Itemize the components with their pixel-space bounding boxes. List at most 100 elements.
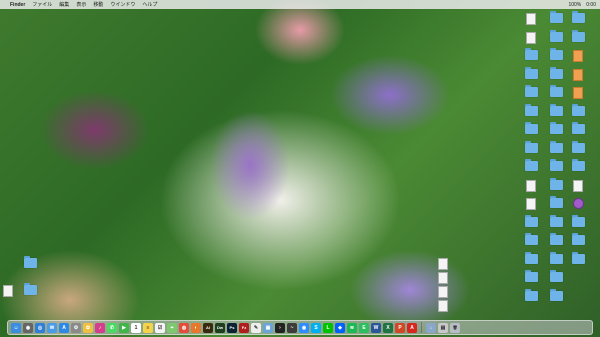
menu-finder[interactable]: Finder <box>10 2 25 8</box>
desktop-item[interactable] <box>566 103 590 116</box>
dreamweaver-icon[interactable]: Dw <box>215 322 225 333</box>
desktop-item[interactable] <box>431 272 455 284</box>
desktop-item[interactable] <box>544 196 568 208</box>
desktop-item[interactable] <box>566 251 590 264</box>
notes-icon[interactable]: ≡ <box>143 322 153 333</box>
launchpad-icon[interactable]: ◉ <box>23 322 33 333</box>
trash-icon[interactable]: 🗑 <box>450 322 460 333</box>
evernote-icon[interactable]: E <box>359 322 369 333</box>
word-icon[interactable]: W <box>371 322 381 333</box>
itunes-icon[interactable]: ♪ <box>95 322 105 333</box>
desktop-item[interactable] <box>544 270 568 282</box>
desktop-item[interactable] <box>544 48 568 60</box>
clock[interactable]: 0:00 <box>586 2 596 8</box>
desktop-item[interactable] <box>566 179 590 192</box>
desktop-item[interactable] <box>519 179 543 192</box>
desktop-item[interactable] <box>544 29 568 42</box>
zoom-icon[interactable]: ◉ <box>299 322 309 333</box>
desktop-item[interactable] <box>18 283 42 295</box>
desktop-item[interactable] <box>519 66 543 79</box>
desktop-item[interactable] <box>566 214 590 227</box>
calendar-icon[interactable]: 1 <box>131 322 141 333</box>
messages-icon[interactable]: ✆ <box>107 322 117 333</box>
dropbox-icon[interactable]: ◆ <box>335 322 345 333</box>
powerpoint-icon[interactable]: P <box>395 322 405 333</box>
desktop-item[interactable] <box>0 285 20 297</box>
desktop-item[interactable] <box>519 48 543 60</box>
maps-icon[interactable]: ⌖ <box>167 322 177 333</box>
menu-file[interactable]: ファイル <box>32 1 52 8</box>
desktop-item[interactable] <box>566 159 590 171</box>
terminal-icon[interactable]: › <box>275 322 285 333</box>
desktop-item[interactable] <box>519 103 543 116</box>
desktop-item[interactable] <box>519 122 543 134</box>
desktop-item[interactable] <box>566 198 590 209</box>
desktop-item[interactable] <box>544 140 568 153</box>
menu-go[interactable]: 移動 <box>93 1 103 8</box>
desktop-item[interactable] <box>519 13 543 25</box>
desktop-item[interactable] <box>544 233 568 245</box>
chrome-icon[interactable]: ◍ <box>179 322 189 333</box>
excel-icon[interactable]: X <box>383 322 393 333</box>
textedit-icon[interactable]: ✎ <box>251 322 261 333</box>
photos-icon[interactable]: ✿ <box>83 322 93 333</box>
desktop-item[interactable] <box>566 29 590 42</box>
desktop-item[interactable] <box>519 270 543 282</box>
desktop-item[interactable] <box>544 159 568 171</box>
safari-icon[interactable]: ◎ <box>35 322 45 333</box>
desktop-item[interactable] <box>519 288 543 301</box>
desktop-item[interactable] <box>519 31 543 44</box>
desktop-item[interactable] <box>431 300 455 312</box>
desktop-item[interactable] <box>544 214 568 227</box>
firefox-icon[interactable]: ◐ <box>191 322 201 333</box>
menu-edit[interactable]: 編集 <box>59 1 69 8</box>
spotify-icon[interactable]: ≋ <box>347 322 357 333</box>
menu-help[interactable]: ヘルプ <box>142 1 157 8</box>
desktop-item[interactable] <box>519 233 543 245</box>
desktop-item[interactable] <box>544 85 568 97</box>
desktop-item[interactable] <box>544 177 568 190</box>
desktop-item[interactable] <box>566 233 590 245</box>
filezilla-icon[interactable]: Fz <box>239 322 249 333</box>
menu-window[interactable]: ウインドウ <box>110 1 135 8</box>
desktop-item[interactable] <box>18 256 42 268</box>
downloads-stack-icon[interactable]: ↓ <box>426 322 436 333</box>
line-icon[interactable]: L <box>323 322 333 333</box>
desktop-item[interactable] <box>519 214 543 227</box>
activity-monitor-icon[interactable]: ~ <box>287 322 297 333</box>
desktop-item[interactable] <box>566 68 590 81</box>
desktop-item[interactable] <box>519 85 543 97</box>
desktop-item[interactable] <box>566 87 590 99</box>
desktop-item[interactable] <box>544 122 568 134</box>
app-store-icon[interactable]: A <box>59 322 69 333</box>
acrobat-icon[interactable]: A <box>407 322 417 333</box>
desktop-item[interactable] <box>519 198 543 210</box>
desktop-item[interactable] <box>566 122 590 134</box>
battery-indicator[interactable]: 100% <box>568 2 581 8</box>
desktop-item[interactable] <box>544 103 568 116</box>
desktop-item[interactable] <box>544 251 568 264</box>
skype-icon[interactable]: S <box>311 322 321 333</box>
desktop-item[interactable] <box>566 50 590 62</box>
desktop-item[interactable] <box>519 159 543 171</box>
finder-icon[interactable]: ☺ <box>11 322 21 333</box>
desktop-item[interactable] <box>431 258 455 270</box>
desktop-item[interactable] <box>544 66 568 79</box>
desktop-item[interactable] <box>566 140 590 153</box>
mail-icon[interactable]: ✉ <box>47 322 57 333</box>
desktop-item[interactable] <box>566 11 590 23</box>
desktop-item[interactable] <box>519 140 543 153</box>
documents-stack-icon[interactable]: ▤ <box>438 322 448 333</box>
preview-icon[interactable]: ▣ <box>263 322 273 333</box>
desktop-item[interactable] <box>519 251 543 264</box>
system-preferences-icon[interactable]: ⚙ <box>71 322 81 333</box>
illustrator-icon[interactable]: Ai <box>203 322 213 333</box>
folder-icon <box>23 256 37 268</box>
reminders-icon[interactable]: ☑ <box>155 322 165 333</box>
photoshop-icon[interactable]: Ps <box>227 322 237 333</box>
desktop-item[interactable] <box>544 288 568 301</box>
menu-view[interactable]: 表示 <box>76 1 86 8</box>
desktop-item[interactable] <box>431 286 455 298</box>
facetime-icon[interactable]: ▶ <box>119 322 129 333</box>
desktop-item[interactable] <box>544 11 568 23</box>
